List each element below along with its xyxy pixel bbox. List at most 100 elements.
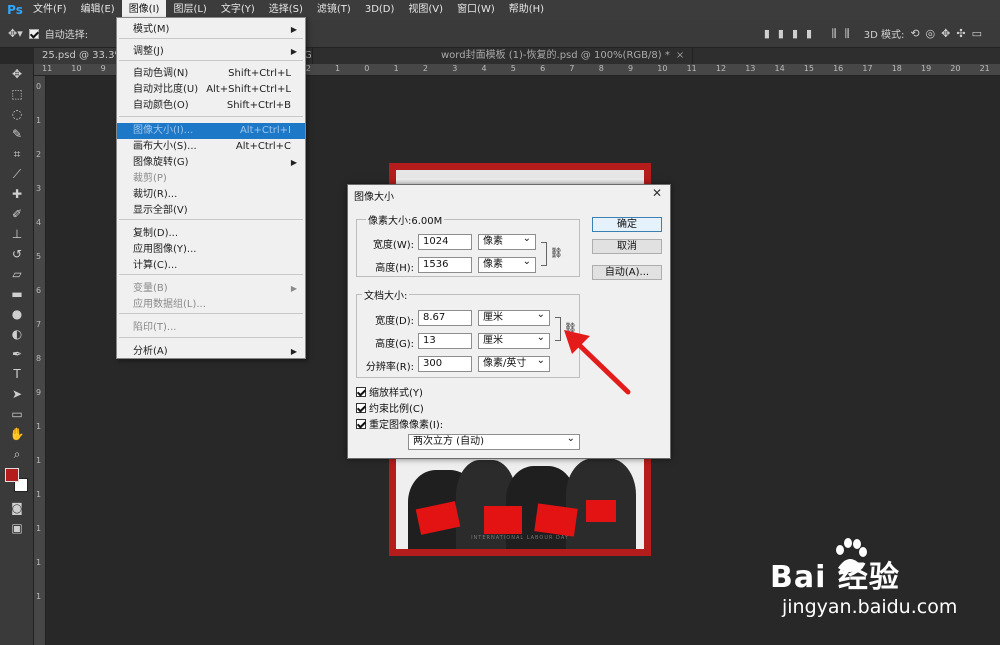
ruler-tick-label: 0 [364,64,370,73]
align-icons[interactable]: ▮▮▮▮ ⫼⫼ [764,27,858,41]
menu-item[interactable]: 陷印(T)... [117,320,305,336]
auto-button[interactable]: 自动(A)... [592,265,662,280]
menu-item[interactable]: 分析(A) ▶ [117,344,305,360]
doc-width-unit-select[interactable]: 厘米 [478,308,550,326]
ruler-tick-label: 1 [393,64,399,73]
checkbox-box[interactable] [356,386,366,397]
quick-select-tool-icon[interactable]: ✎ [0,124,34,144]
doc-width-input[interactable]: 8.67 [418,310,472,326]
ok-button[interactable]: 确定 [592,217,662,232]
foreground-color-swatch[interactable] [5,468,19,482]
checkbox-box[interactable] [356,418,366,429]
eyedropper-tool-icon[interactable]: ⟋ [0,164,34,184]
pixel-width-input[interactable]: 1024 [418,234,472,250]
menu-item-label: 调整(J) [133,46,164,57]
pixel-height-input[interactable]: 1536 [418,257,472,273]
move-tool-icon[interactable]: ✥ [0,64,34,84]
menu-item[interactable]: 变量(B) ▶ [117,281,305,297]
menu-item[interactable]: 应用图像(Y)... [117,242,305,258]
menu-item[interactable]: 显示全部(V) [117,203,305,219]
resample-image-checkbox[interactable]: 重定图像像素(I): [356,416,443,431]
tab-word-template[interactable]: word封面模板 (1)-恢复的.psd @ 100%(RGB/8) * × [433,48,694,64]
red-arrow-annotation [564,330,631,395]
marquee-tool-icon[interactable]: ⬚ [0,84,34,104]
healing-tool-icon[interactable]: ✚ [0,184,34,204]
gradient-tool-icon[interactable]: ▬ [0,284,34,304]
cancel-button[interactable]: 取消 [592,239,662,254]
ruler-tick-label: 12 [715,64,727,73]
resample-method-select[interactable]: 两次立方 (自动) [408,432,580,450]
checkbox-box[interactable] [356,402,366,413]
menu-item[interactable]: 图像旋转(G) ▶ [117,155,305,171]
menu-item[interactable]: 裁剪(P) [117,171,305,187]
eraser-tool-icon[interactable]: ▱ [0,264,34,284]
ruler-tick-label: 1 [36,592,42,601]
pixel-width-unit-select[interactable]: 像素 [478,232,536,250]
move-tool-icon[interactable]: ✥▾ [8,27,23,40]
menu-item[interactable]: 自动色调(N) Shift+Ctrl+L [117,66,305,82]
menu-filter[interactable]: 滤镜(T) [310,0,358,20]
menu-item[interactable]: 模式(M) ▶ [117,22,305,38]
submenu-arrow-icon: ▶ [290,284,297,293]
menu-item-label: 复制(D)... [133,228,179,239]
menu-item-label: 模式(M) [133,24,170,35]
menu-item[interactable]: 自动颜色(O) Shift+Ctrl+B [117,98,305,114]
menu-item[interactable]: 自动对比度(U) Alt+Shift+Ctrl+L [117,82,305,98]
blur-tool-icon[interactable]: ● [0,304,34,324]
shape-tool-icon[interactable]: ▭ [0,404,34,424]
brush-tool-icon[interactable]: ✐ [0,204,34,224]
pixel-height-label: 高度(H): [375,263,414,274]
menu-item[interactable]: 复制(D)... [117,226,305,242]
menu-item[interactable]: 裁切(R)... [117,187,305,203]
lasso-tool-icon[interactable]: ◌ [0,104,34,124]
menu-separator [119,60,303,61]
scale-styles-checkbox[interactable]: 缩放样式(Y) [356,384,423,399]
screen-mode-icon[interactable]: ▣ [0,518,34,538]
tools-panel: ✥ ⬚ ◌ ✎ ⌗ ⟋ ✚ ✐ ⊥ ↺ ▱ ▬ ● ◐ ✒ T ➤ ▭ ✋ ⌕ … [0,64,34,645]
pen-tool-icon[interactable]: ✒ [0,344,34,364]
checkbox-label: 缩放样式(Y) [369,388,423,399]
hand-tool-icon[interactable]: ✋ [0,424,34,444]
menu-item[interactable]: 计算(C)... [117,258,305,274]
menu-edit[interactable]: 编辑(E) [74,0,122,20]
close-icon[interactable]: × [676,50,684,61]
menu-view[interactable]: 视图(V) [401,0,450,20]
menu-3d[interactable]: 3D(D) [358,0,402,20]
ruler-tick-label: 5 [510,64,516,73]
menu-item[interactable]: 画布大小(S)... Alt+Ctrl+C [117,139,305,155]
crop-tool-icon[interactable]: ⌗ [0,144,34,164]
doc-height-unit-select[interactable]: 厘米 [478,331,550,349]
menu-item[interactable]: 应用数据组(L)... [117,297,305,313]
color-swatches[interactable] [0,464,33,498]
menu-window[interactable]: 窗口(W) [450,0,502,20]
path-select-icon[interactable]: ➤ [0,384,34,404]
close-icon[interactable]: ✕ [652,186,662,200]
constrain-proportions-checkbox[interactable]: 约束比例(C) [356,400,424,415]
quick-mask-icon[interactable]: ◙ [0,498,34,518]
image-menu-dropdown: 模式(M) ▶ 调整(J) ▶ 自动色调(N) Shift+Ctrl+L 自动对比度(U) A… [116,17,306,359]
type-tool-icon[interactable]: T [0,364,34,384]
resolution-input[interactable]: 300 [418,356,472,372]
history-brush-icon[interactable]: ↺ [0,244,34,264]
menu-item-label: 自动对比度(U) [133,84,199,95]
ruler-tick-label: 6 [36,286,42,295]
resolution-unit-select[interactable]: 像素/英寸 [478,354,550,372]
menu-help[interactable]: 帮助(H) [502,0,551,20]
menu-item-label: 分析(A) [133,346,168,357]
ruler-tick-label: 1 [36,422,42,431]
zoom-tool-icon[interactable]: ⌕ [0,444,34,464]
submenu-arrow-icon: ▶ [290,25,297,34]
poster-caption: INTERNATIONAL LABOUR DAY [471,535,569,541]
menu-file[interactable]: 文件(F) [26,0,74,20]
ruler-tick-label: 4 [36,218,42,227]
ruler-tick-label: 10 [657,64,668,73]
stamp-tool-icon[interactable]: ⊥ [0,224,34,244]
poster-red-book [534,503,578,537]
pixel-height-unit-select[interactable]: 像素 [478,255,536,273]
auto-select-checkbox[interactable] [28,28,39,39]
menu-item[interactable]: 图像大小(I)... Alt+Ctrl+I [117,123,305,139]
dodge-tool-icon[interactable]: ◐ [0,324,34,344]
3d-tools-icons[interactable]: ⟲◎✥✣▭ [910,27,988,40]
menu-item[interactable]: 调整(J) ▶ [117,44,305,60]
doc-height-input[interactable]: 13 [418,333,472,349]
